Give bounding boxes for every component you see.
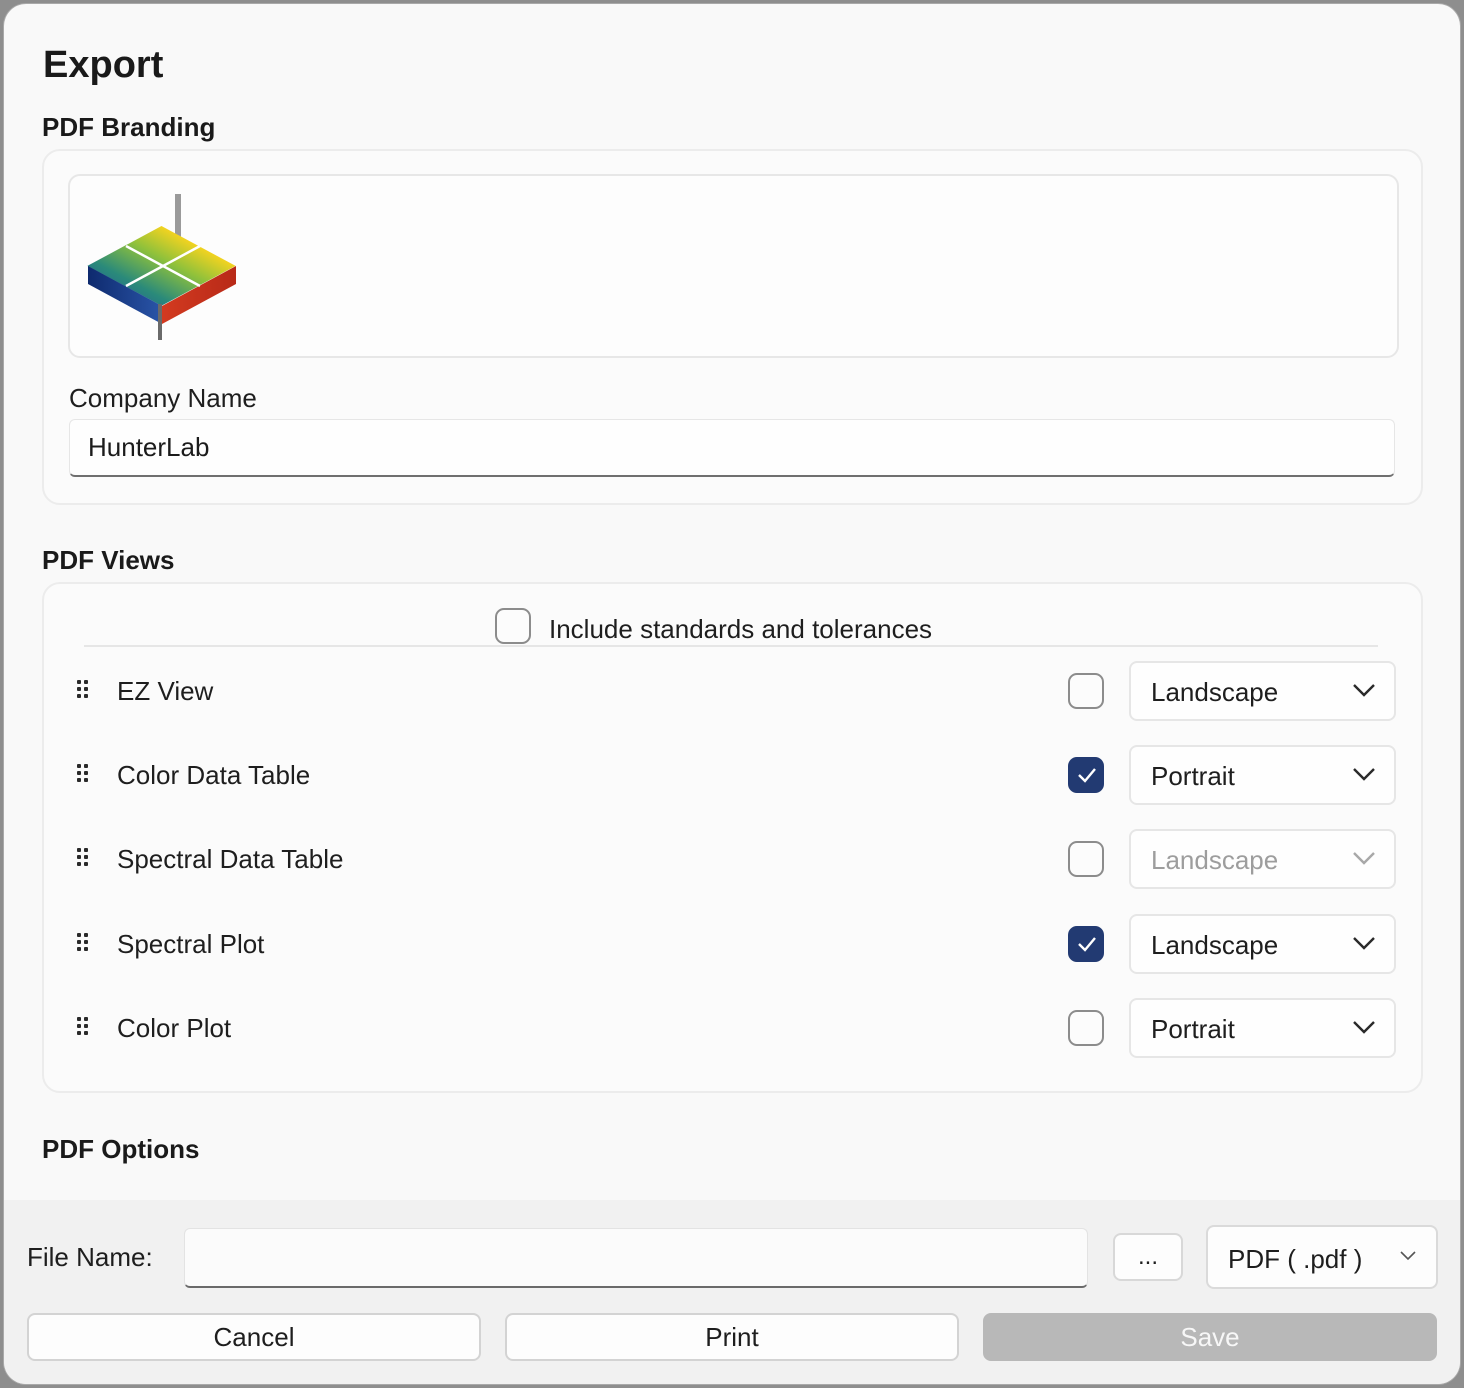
- file-name-label: File Name:: [27, 1242, 153, 1272]
- cancel-button[interactable]: Cancel: [27, 1313, 481, 1361]
- chevron-down-icon: [1353, 852, 1375, 865]
- orientation-select[interactable]: Landscape: [1129, 914, 1396, 974]
- save-button[interactable]: Save: [983, 1313, 1437, 1361]
- view-row-color-data-table: Color Data Table Portrait: [44, 745, 1421, 807]
- checkmark-icon: [1078, 937, 1096, 952]
- hunterlab-logo-icon: [87, 194, 236, 340]
- branding-card: Company Name HunterLab: [42, 149, 1423, 505]
- view-label: Spectral Plot: [117, 929, 265, 959]
- view-checkbox[interactable]: [1068, 673, 1104, 709]
- file-type-value: PDF ( .pdf ): [1228, 1244, 1363, 1274]
- orientation-value: Landscape: [1151, 845, 1279, 875]
- company-name-label: Company Name: [69, 383, 257, 413]
- view-checkbox[interactable]: [1068, 926, 1104, 962]
- views-card: Include standards and tolerances EZ View…: [42, 582, 1423, 1093]
- include-standards-label: Include standards and tolerances: [549, 614, 933, 644]
- file-name-input[interactable]: [184, 1228, 1088, 1288]
- view-checkbox[interactable]: [1068, 841, 1104, 877]
- checkmark-icon: [1078, 768, 1096, 783]
- orientation-value: Portrait: [1151, 761, 1235, 791]
- export-dialog: Export PDF Branding Company Name HunterL…: [4, 4, 1460, 1384]
- chevron-down-icon: [1400, 1251, 1416, 1261]
- drag-handle-icon[interactable]: [77, 764, 91, 786]
- orientation-select[interactable]: Portrait: [1129, 998, 1396, 1058]
- drag-handle-icon[interactable]: [77, 680, 91, 702]
- print-button[interactable]: Print: [505, 1313, 959, 1361]
- view-row-color-plot: Color Plot Portrait: [44, 998, 1421, 1060]
- view-checkbox[interactable]: [1068, 757, 1104, 793]
- view-checkbox[interactable]: [1068, 1010, 1104, 1046]
- company-name-value: HunterLab: [88, 432, 210, 462]
- drag-handle-icon[interactable]: [77, 933, 91, 955]
- orientation-select[interactable]: Portrait: [1129, 745, 1396, 805]
- drag-handle-icon[interactable]: [77, 1017, 91, 1039]
- orientation-value: Landscape: [1151, 677, 1279, 707]
- file-type-select[interactable]: PDF ( .pdf ): [1206, 1225, 1438, 1289]
- views-divider: [84, 645, 1378, 647]
- view-label: Spectral Data Table: [117, 844, 344, 874]
- dialog-footer: File Name: ... PDF ( .pdf ) Cancel Print…: [4, 1200, 1460, 1384]
- branding-section-title: PDF Branding: [42, 112, 216, 142]
- view-row-spectral-plot: Spectral Plot Landscape: [44, 914, 1421, 976]
- logo-dropzone[interactable]: [68, 174, 1399, 358]
- chevron-down-icon: [1353, 1021, 1375, 1034]
- chevron-down-icon: [1353, 768, 1375, 781]
- orientation-value: Portrait: [1151, 1014, 1235, 1044]
- view-row-spectral-data-table: Spectral Data Table Landscape: [44, 829, 1421, 891]
- chevron-down-icon: [1353, 684, 1375, 697]
- browse-button[interactable]: ...: [1113, 1233, 1183, 1281]
- views-section-title: PDF Views: [42, 545, 175, 575]
- view-label: EZ View: [117, 676, 214, 706]
- view-label: Color Plot: [117, 1013, 232, 1043]
- view-label: Color Data Table: [117, 760, 311, 790]
- view-row-ez-view: EZ View Landscape: [44, 661, 1421, 723]
- options-section-title: PDF Options: [42, 1134, 200, 1164]
- orientation-select[interactable]: Landscape: [1129, 661, 1396, 721]
- include-standards-checkbox[interactable]: [495, 608, 531, 644]
- orientation-value: Landscape: [1151, 930, 1279, 960]
- orientation-select[interactable]: Landscape: [1129, 829, 1396, 889]
- chevron-down-icon: [1353, 937, 1375, 950]
- dialog-title: Export: [43, 44, 164, 86]
- company-name-input[interactable]: HunterLab: [69, 419, 1395, 477]
- drag-handle-icon[interactable]: [77, 848, 91, 870]
